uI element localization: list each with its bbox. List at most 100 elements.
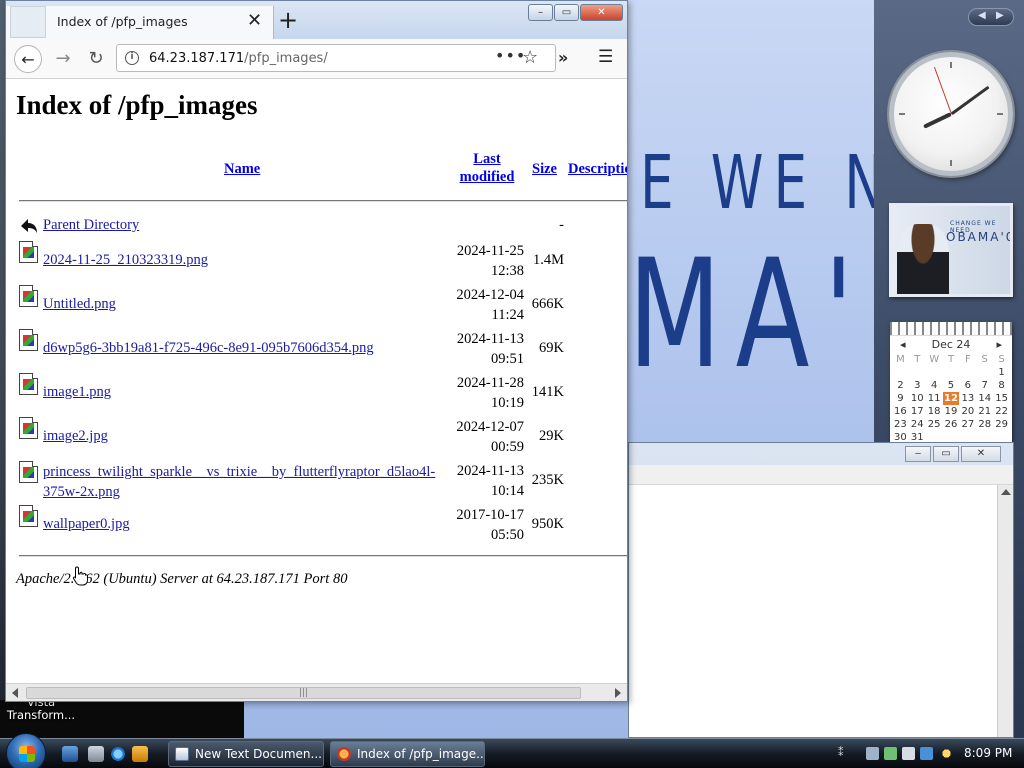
calendar-day[interactable]: 29 xyxy=(993,418,1010,431)
table-row: Untitled.png 2024-12-04 11:24 666K xyxy=(6,285,627,329)
calendar-day[interactable]: 30 xyxy=(892,431,909,442)
calendar-today[interactable]: 12 xyxy=(942,392,960,405)
notepad-minimize-button[interactable]: ‒ xyxy=(905,446,931,462)
calendar-day[interactable]: 24 xyxy=(909,418,926,431)
calendar-grid[interactable]: M T W T F S S 1 2 3 4 5 6 7 8 9 10 11 12 13 14 15 16 17 18 19 20 21… xyxy=(890,353,1012,442)
calendar-day[interactable]: 15 xyxy=(993,392,1010,405)
calendar-day[interactable]: 14 xyxy=(976,392,993,405)
tab-close-icon[interactable]: ✕ xyxy=(247,10,262,31)
calendar-day[interactable]: 23 xyxy=(892,418,909,431)
tray-icon-display[interactable] xyxy=(920,747,933,760)
column-header-description[interactable]: Description xyxy=(568,160,627,178)
notepad-window[interactable]: ‒ ▭ ✕ xyxy=(628,442,1014,738)
switch-windows-icon[interactable] xyxy=(88,746,104,762)
notepad-close-button[interactable]: ✕ xyxy=(961,446,1001,462)
tray-icon-sync[interactable] xyxy=(884,747,897,760)
language-bar-icon[interactable]: ⁑ xyxy=(838,746,844,759)
taskbar-button-browser[interactable]: Index of /pfp_image... xyxy=(330,741,485,767)
calendar-day[interactable]: 13 xyxy=(959,392,976,405)
taskbar-clock[interactable]: 8:09 PM xyxy=(964,746,1012,760)
calendar-day[interactable]: 3 xyxy=(909,379,926,392)
tray-icon-volume[interactable] xyxy=(902,747,915,760)
parent-directory-link[interactable]: Parent Directory xyxy=(43,217,139,234)
file-link[interactable]: Untitled.png xyxy=(43,296,116,313)
file-link[interactable]: d6wp5g6-3bb19a81-f725-496c-8e91-095b7606… xyxy=(43,340,374,357)
clock-hour-hand xyxy=(923,112,952,129)
calendar-day[interactable]: 31 xyxy=(909,431,926,442)
scroll-up-icon[interactable] xyxy=(1001,489,1011,495)
new-tab-icon[interactable]: + xyxy=(278,8,298,32)
calendar-day[interactable]: 8 xyxy=(993,379,1010,392)
clock-gadget[interactable] xyxy=(889,52,1013,176)
calendar-day[interactable]: 6 xyxy=(959,379,976,392)
scroll-left-icon[interactable] xyxy=(12,688,18,698)
calendar-day[interactable]: 20 xyxy=(959,405,976,418)
hamburger-menu-icon[interactable]: ☰ xyxy=(598,47,613,67)
column-header-size[interactable]: Size xyxy=(532,160,557,178)
calendar-day[interactable]: 26 xyxy=(943,418,960,431)
file-link[interactable]: 2024-11-25_210323319.png xyxy=(43,252,208,269)
file-link-line1: princess_twilight_sparkle__vs_trixie__by… xyxy=(43,464,436,480)
media-player-icon[interactable] xyxy=(132,746,148,762)
calendar-day[interactable]: 7 xyxy=(976,379,993,392)
notepad-text-area[interactable] xyxy=(629,485,997,737)
address-text[interactable]: 64.23.187.171/pfp_images/ xyxy=(149,51,328,66)
minimize-button[interactable]: – xyxy=(528,4,553,21)
calendar-gadget[interactable]: ◂ Dec 24 ▸ M T W T F S S 1 2 3 4 5 6 7 8 9 10 11 12 13 14 15 1… xyxy=(890,322,1012,442)
image-file-icon xyxy=(19,461,39,483)
start-button[interactable] xyxy=(6,733,46,768)
horizontal-scrollbar[interactable]: ||| xyxy=(6,683,627,701)
calendar-weekday: S xyxy=(981,354,988,365)
scrollbar-thumb[interactable]: ||| xyxy=(26,687,581,699)
tab-active[interactable]: Index of /pfp_images ✕ xyxy=(6,6,274,39)
calendar-next-icon[interactable]: ▸ xyxy=(996,338,1002,351)
forward-arrow-icon[interactable]: → xyxy=(49,45,77,73)
column-header-last-modified[interactable]: Last modified xyxy=(454,150,520,186)
tray-icon-network[interactable] xyxy=(866,747,879,760)
sidebar-navigation[interactable]: ◀ ▶ xyxy=(968,8,1014,26)
file-link[interactable]: image1.png xyxy=(43,384,111,401)
toolbar-overflow-icon[interactable]: » xyxy=(558,48,568,67)
sidebar-next-icon[interactable]: ▶ xyxy=(996,10,1004,21)
back-arrow-icon[interactable]: ← xyxy=(14,45,42,73)
reload-icon[interactable]: ↻ xyxy=(82,45,110,73)
calendar-day[interactable]: 21 xyxy=(976,405,993,418)
calendar-day[interactable]: 22 xyxy=(993,405,1010,418)
calendar-day[interactable]: 4 xyxy=(926,379,943,392)
notepad-menubar[interactable] xyxy=(629,465,1013,485)
scroll-right-icon[interactable] xyxy=(615,688,621,698)
bookmark-star-icon[interactable]: ☆ xyxy=(522,47,538,68)
calendar-weekday: S xyxy=(998,354,1005,365)
calendar-day[interactable]: 2 xyxy=(892,379,909,392)
close-button[interactable]: ✕ xyxy=(580,4,623,21)
file-link[interactable]: princess_twilight_sparkle__vs_trixie__by… xyxy=(43,462,435,502)
column-header-name[interactable]: Name xyxy=(224,160,260,178)
calendar-day[interactable]: 27 xyxy=(959,418,976,431)
slideshow-gadget[interactable]: CHANGE WE NEED OBAMA'08 xyxy=(889,203,1013,297)
calendar-day[interactable]: 16 xyxy=(892,405,909,418)
calendar-day[interactable]: 1 xyxy=(993,366,1010,379)
maximize-button[interactable]: ▭ xyxy=(554,4,579,21)
address-bar[interactable]: i 64.23.187.171/pfp_images/ ••• ☆ xyxy=(116,44,556,72)
calendar-day[interactable]: 17 xyxy=(909,405,926,418)
calendar-day[interactable]: 5 xyxy=(943,379,960,392)
calendar-day[interactable]: 11 xyxy=(926,392,943,405)
file-link[interactable]: wallpaper0.jpg xyxy=(43,516,130,533)
notepad-vertical-scrollbar[interactable] xyxy=(997,485,1013,737)
site-info-icon[interactable]: i xyxy=(125,51,139,65)
calendar-day[interactable]: 10 xyxy=(909,392,926,405)
calendar-prev-icon[interactable]: ◂ xyxy=(900,338,906,351)
sidebar-prev-icon[interactable]: ◀ xyxy=(978,10,986,21)
notepad-maximize-button[interactable]: ▭ xyxy=(933,446,959,462)
calendar-day[interactable]: 25 xyxy=(926,418,943,431)
browser-window[interactable]: Index of /pfp_images ✕ + – ▭ ✕ ← → ↻ i 6… xyxy=(5,0,628,702)
file-link[interactable]: image2.jpg xyxy=(43,428,108,445)
taskbar-button-notepad[interactable]: New Text Documen... xyxy=(168,741,324,767)
internet-explorer-icon[interactable] xyxy=(110,746,126,762)
calendar-day[interactable]: 19 xyxy=(943,405,960,418)
calendar-day[interactable]: 18 xyxy=(926,405,943,418)
tray-icon-search[interactable] xyxy=(940,747,953,760)
calendar-day[interactable]: 9 xyxy=(892,392,909,405)
show-desktop-icon[interactable] xyxy=(62,746,78,762)
calendar-day[interactable]: 28 xyxy=(976,418,993,431)
